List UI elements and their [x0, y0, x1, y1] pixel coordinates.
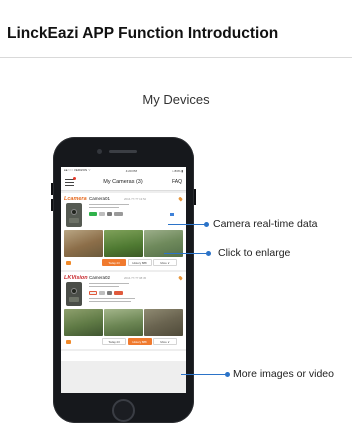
section-subtitle: My Devices [142, 92, 210, 107]
sd-card-icon [170, 213, 174, 216]
page-title: LinckEazi APP Function Introduction [7, 25, 279, 42]
callout-marker [204, 222, 209, 227]
callout-connector [168, 224, 206, 225]
photo-thumbnail[interactable] [64, 230, 103, 257]
battery-icon [99, 212, 105, 216]
battery-label: ⌁ 83% ▮ [171, 168, 183, 173]
faq-button[interactable]: FAQ [172, 179, 182, 185]
front-camera-icon [97, 149, 102, 154]
camera-info-line [89, 204, 129, 206]
camera-brand-logo: Lcamera [64, 196, 87, 202]
phone-screen: ●●○○○ VERIZON ⌔ 4:20 PM ⌁ 83% ▮ My Camer… [61, 167, 186, 393]
hamburger-icon[interactable] [65, 176, 76, 186]
camera-card-header: LKVision Camera02 2016-??-?? 08:45 [64, 274, 183, 308]
more-button[interactable]: More ∨ [153, 338, 177, 345]
camera-name: Camera02 [89, 275, 111, 280]
image-filter-buttons: Today 23 History 888 More ∨ [102, 338, 177, 345]
camera-timestamp: 2016-??-?? 08:45 [124, 276, 147, 280]
photo-thumbnail[interactable] [104, 309, 143, 336]
camera-info-line [89, 283, 129, 285]
phone-power-button [194, 189, 196, 205]
more-button[interactable]: More ∨ [153, 259, 177, 266]
location-pin-icon[interactable] [178, 275, 183, 281]
camera-card-footer: Today 23 History 888 More ∨ [64, 258, 183, 268]
phone-status-bar: ●●○○○ VERIZON ⌔ 4:20 PM ⌁ 83% ▮ [61, 167, 186, 174]
share-icon[interactable] [66, 340, 71, 344]
camera-info-line [89, 298, 135, 300]
camera-info-line [89, 301, 131, 303]
share-icon[interactable] [66, 261, 71, 265]
storage-icon [114, 212, 123, 216]
camera-realtime-data[interactable] [89, 291, 147, 295]
battery-icon [99, 291, 105, 295]
photo-thumbnail[interactable] [144, 309, 183, 336]
photo-strip [64, 309, 183, 336]
location-pin-icon[interactable] [178, 196, 183, 202]
carrier-label: ●●○○○ VERIZON ⌔ [64, 168, 91, 172]
image-filter-buttons: Today 23 History 888 More ∨ [102, 259, 177, 266]
storage-icon [114, 291, 123, 295]
callout-label-realtime: Camera real-time data [213, 218, 318, 230]
speaker-grille [109, 150, 137, 153]
camera-name: Camera01 [89, 196, 111, 201]
callout-label-more: More images or video [233, 368, 334, 380]
camera-device-icon [66, 282, 82, 306]
camera-card[interactable] [61, 351, 186, 361]
phone-mockup: ●●○○○ VERIZON ⌔ 4:20 PM ⌁ 83% ▮ My Camer… [51, 137, 196, 423]
status-time: 4:20 PM [125, 168, 137, 173]
history-button[interactable]: History 888 [127, 259, 152, 266]
callout-connector [164, 253, 208, 254]
camera-info-line [89, 207, 119, 209]
camera-info-line [89, 286, 119, 288]
signal-bars-icon [107, 291, 112, 295]
callout-marker [206, 251, 211, 256]
camera-card-footer: Today 23 History 888 More ∨ [64, 337, 183, 347]
photo-thumbnail[interactable] [64, 309, 103, 336]
callout-connector [181, 374, 227, 375]
camera-card[interactable]: Lcamera Camera01 2016-??-?? 13:52 Today … [61, 193, 186, 270]
today-button[interactable]: Today 23 [102, 259, 126, 266]
camera-card[interactable]: LKVision Camera02 2016-??-?? 08:45 Today… [61, 272, 186, 349]
today-button[interactable]: Today 23 [102, 338, 126, 345]
title-divider [0, 57, 352, 58]
nav-title: My Cameras (3) [103, 179, 143, 185]
phone-volume-button [51, 183, 53, 195]
callout-label-enlarge: Click to enlarge [218, 247, 291, 259]
home-button[interactable] [112, 399, 135, 422]
camera-card-header: Lcamera Camera01 2016-??-?? 13:52 [64, 195, 183, 229]
notification-dot [73, 176, 76, 180]
callout-marker [225, 372, 230, 377]
app-nav-bar: My Cameras (3) FAQ [61, 174, 186, 191]
phone-volume-button [51, 199, 53, 211]
camera-realtime-data[interactable] [89, 212, 147, 216]
photo-thumbnail[interactable] [104, 230, 143, 257]
camera-brand-logo: LKVision [64, 275, 88, 281]
camera-device-icon [66, 203, 82, 227]
signal-badge [89, 212, 97, 216]
camera-timestamp: 2016-??-?? 13:52 [124, 197, 147, 201]
history-button[interactable]: History 888 [127, 338, 152, 345]
signal-bars-icon [107, 212, 112, 216]
signal-badge [89, 291, 97, 295]
